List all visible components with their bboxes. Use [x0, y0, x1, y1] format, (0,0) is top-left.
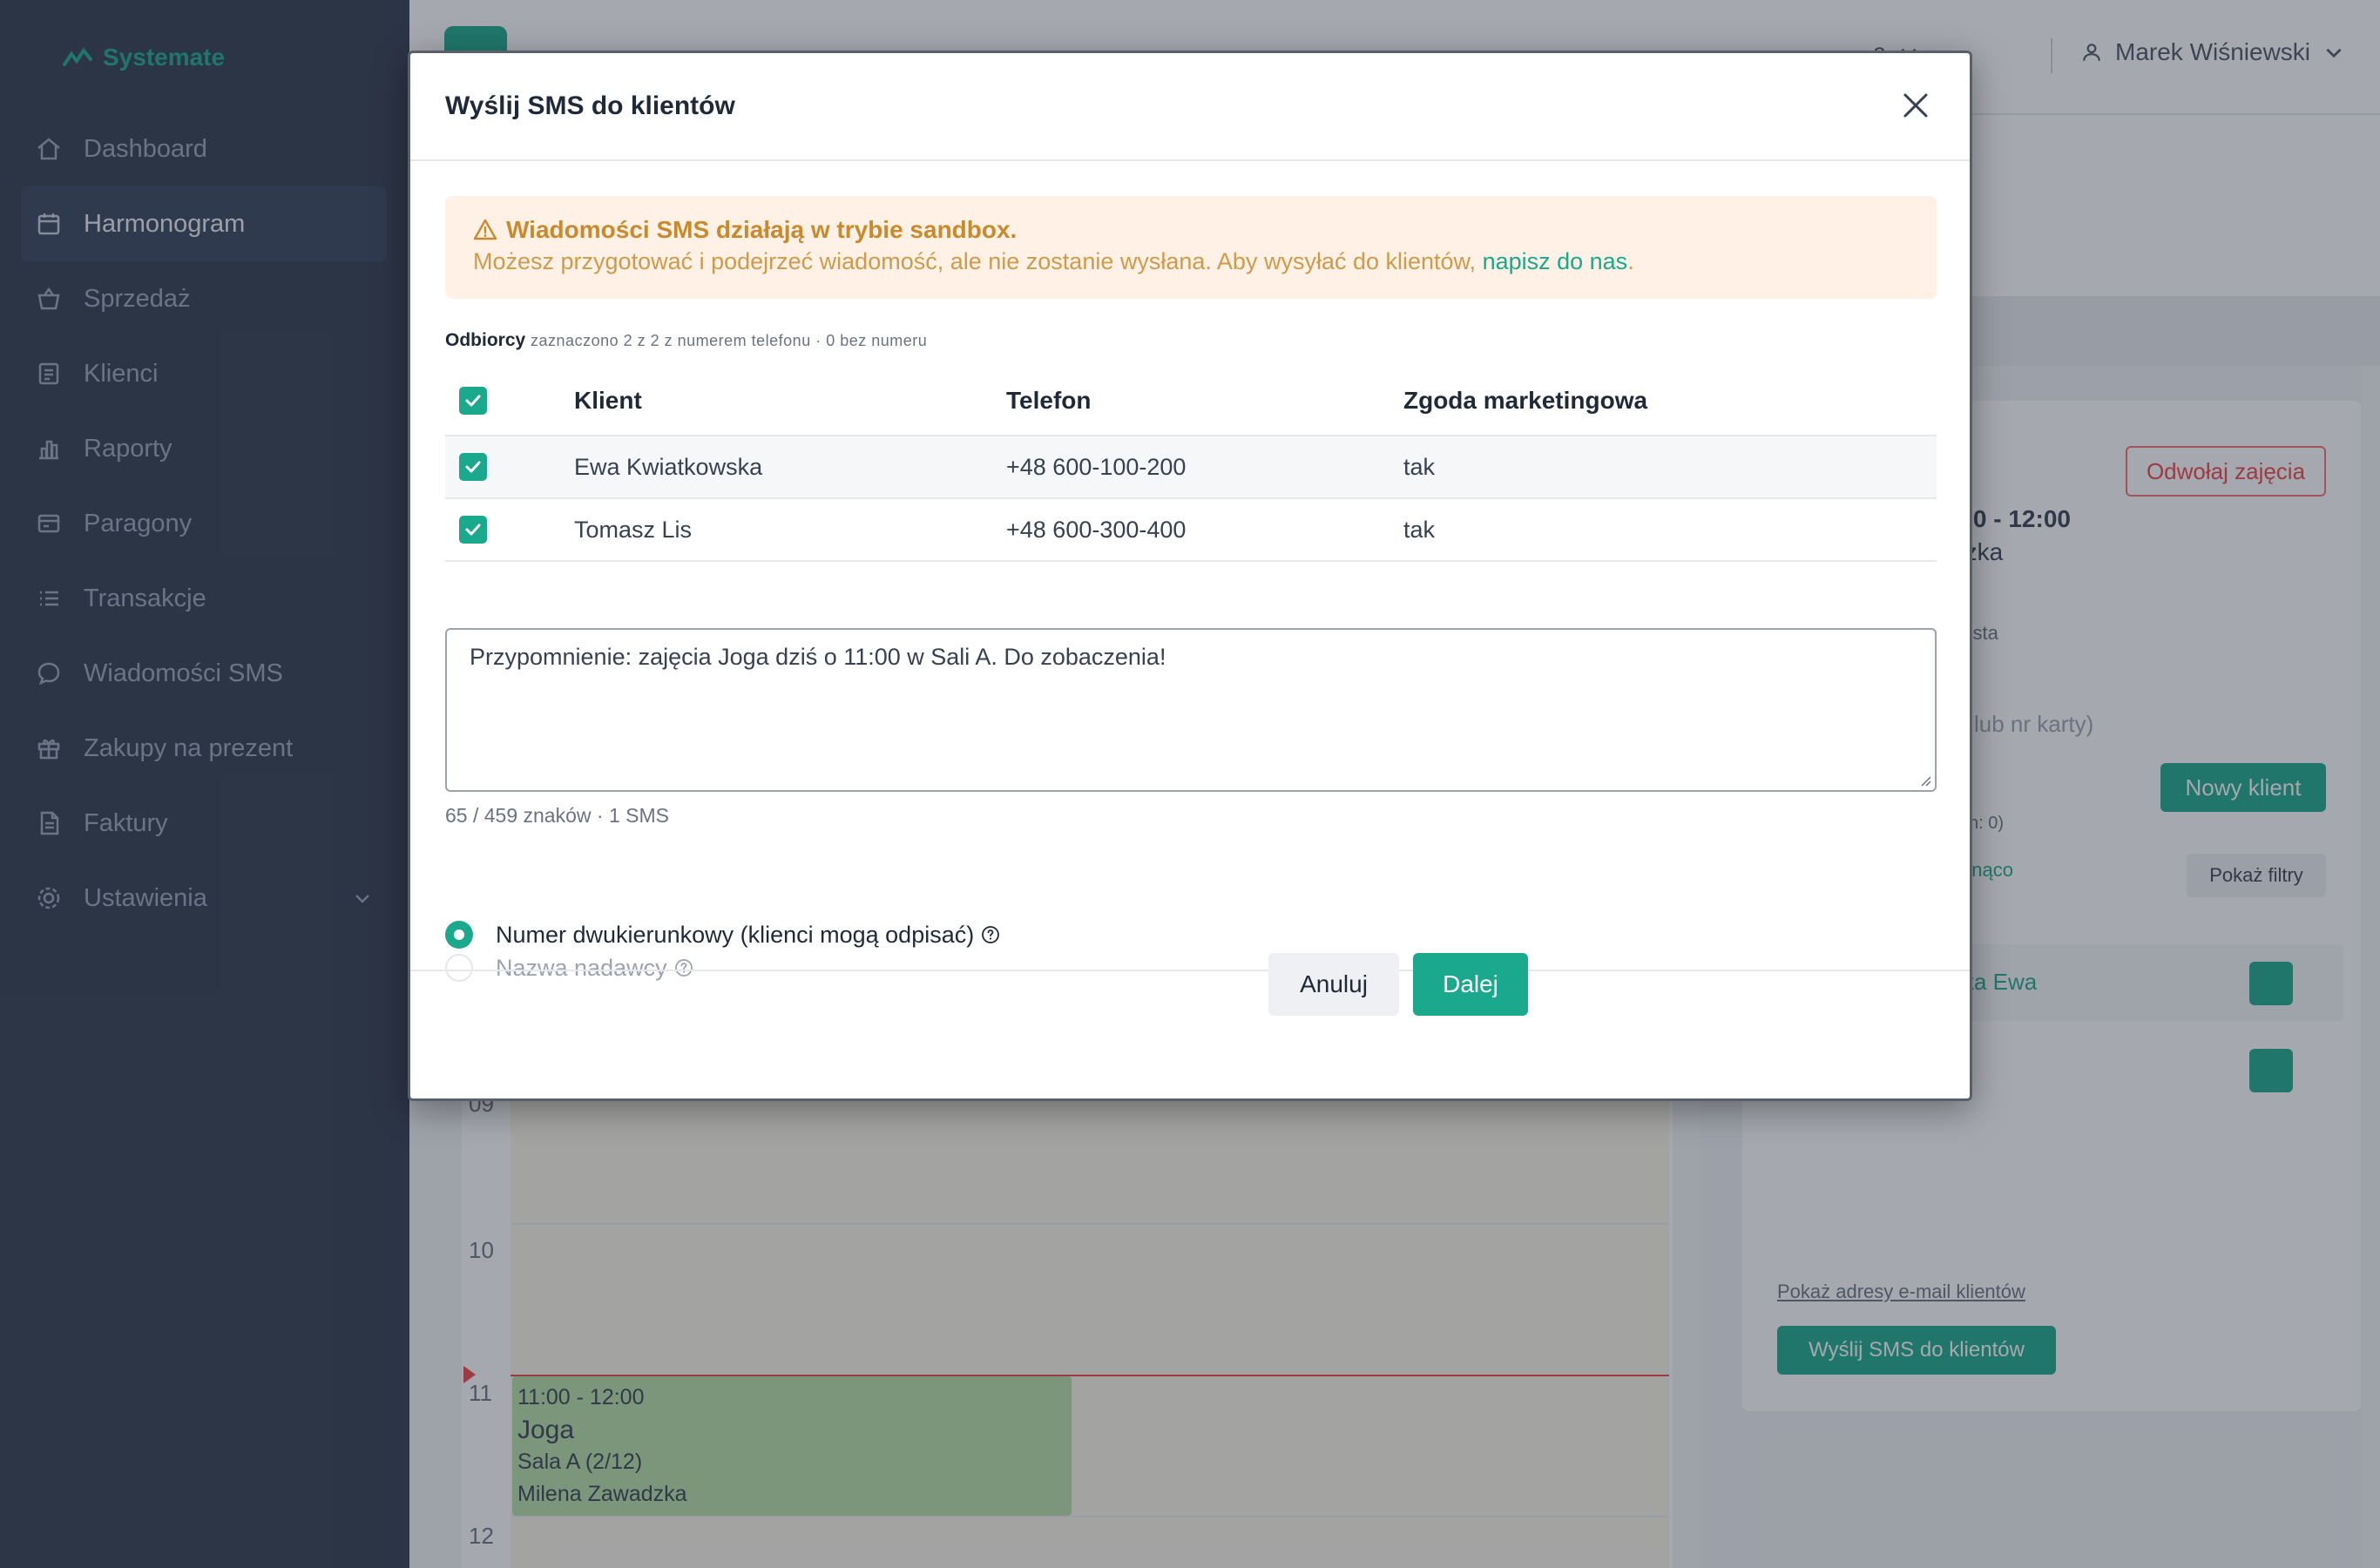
- column-header-consent: Zgoda marketingowa: [1403, 387, 1648, 414]
- row-checkbox[interactable]: [459, 453, 487, 481]
- sender-option-label: Numer dwukierunkowy (klienci mogą odpisa…: [496, 921, 975, 948]
- client-phone: +48 600-100-200: [1006, 453, 1187, 480]
- sender-option-two-way[interactable]: Numer dwukierunkowy (klienci mogą odpisa…: [445, 917, 1000, 952]
- modal-footer: [410, 970, 1970, 1098]
- close-button[interactable]: [1898, 88, 1933, 123]
- client-phone: +48 600-300-400: [1006, 516, 1187, 543]
- modal-header: Wyślij SMS do klientów: [410, 53, 1970, 161]
- help-icon[interactable]: [981, 925, 1000, 944]
- table-header-row: Klient Telefon Zgoda marketingowa: [445, 367, 1937, 436]
- recipients-table: Klient Telefon Zgoda marketingowa Ewa Kw…: [445, 367, 1937, 562]
- modal-title: Wyślij SMS do klientów: [445, 91, 735, 120]
- recipients-heading: Odbiorcy zaznaczono 2 z 2 z numerem tele…: [445, 330, 927, 351]
- table-row: Tomasz Lis +48 600-300-400 tak: [445, 499, 1937, 562]
- client-consent: tak: [1403, 516, 1436, 543]
- alert-title: Wiadomości SMS działają w trybie sandbox…: [473, 213, 1909, 247]
- row-checkbox[interactable]: [459, 516, 487, 544]
- alert-body: Możesz przygotować i podejrzeć wiadomość…: [473, 248, 1483, 274]
- close-icon: [1903, 93, 1928, 118]
- message-text: Przypomnienie: zajęcia Joga dziś o 11:00…: [470, 644, 1166, 670]
- check-icon: [465, 524, 481, 536]
- column-header-phone: Telefon: [1006, 387, 1092, 414]
- sandbox-alert: Wiadomości SMS działają w trybie sandbox…: [445, 196, 1937, 299]
- alert-text: Możesz przygotować i podejrzeć wiadomość…: [473, 248, 1909, 275]
- alert-suffix: .: [1627, 248, 1634, 274]
- next-button[interactable]: Dalej: [1413, 953, 1528, 1016]
- check-icon: [465, 461, 481, 473]
- contact-us-link[interactable]: napisz do nas: [1483, 248, 1628, 274]
- send-sms-modal: Wyślij SMS do klientów Wiadomości SMS dz…: [408, 51, 1972, 1101]
- recipients-summary: zaznaczono 2 z 2 z numerem telefonu · 0 …: [531, 332, 928, 349]
- alert-title-text: Wiadomości SMS działają w trybie sandbox…: [506, 216, 1018, 243]
- cancel-button[interactable]: Anuluj: [1268, 953, 1399, 1016]
- client-name: Ewa Kwiatkowska: [574, 453, 763, 480]
- message-textarea[interactable]: Przypomnienie: zajęcia Joga dziś o 11:00…: [445, 628, 1937, 792]
- recipients-label: Odbiorcy: [445, 330, 526, 350]
- column-header-client: Klient: [574, 387, 642, 414]
- select-all-checkbox[interactable]: [459, 387, 487, 415]
- character-counter: 65 / 459 znaków · 1 SMS: [445, 804, 669, 827]
- client-consent: tak: [1403, 453, 1436, 480]
- check-icon: [465, 395, 481, 407]
- resize-handle-icon[interactable]: [1917, 773, 1931, 787]
- warning-icon: [473, 219, 497, 240]
- client-name: Tomasz Lis: [574, 516, 693, 543]
- table-row: Ewa Kwiatkowska +48 600-100-200 tak: [445, 436, 1937, 499]
- radio-selected[interactable]: [445, 921, 473, 949]
